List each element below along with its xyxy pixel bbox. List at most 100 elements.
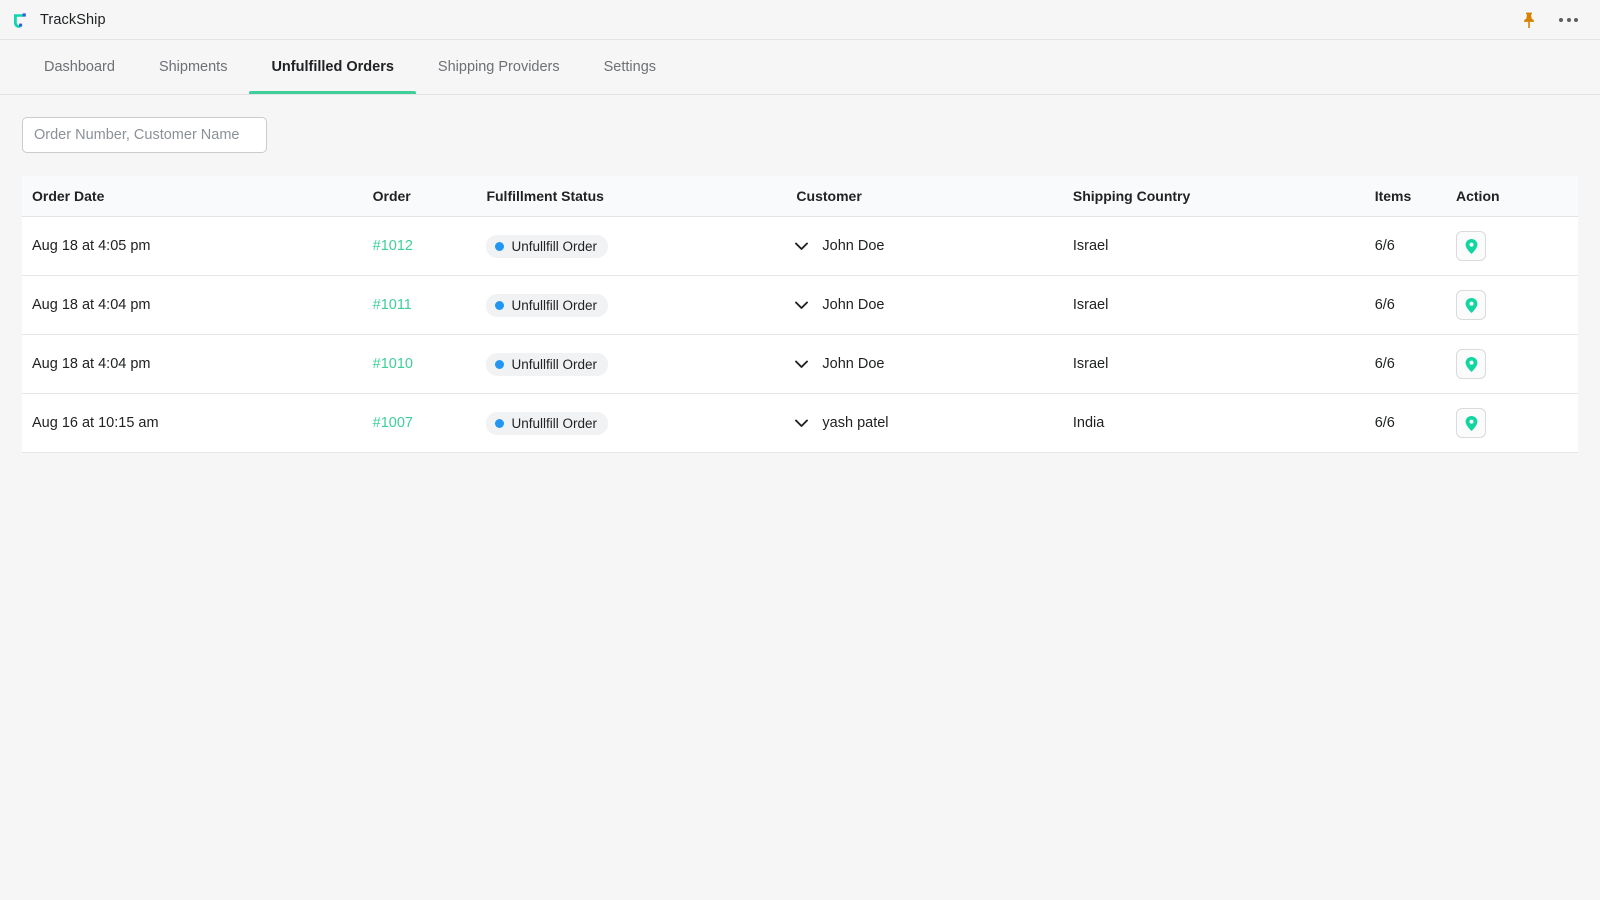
status-dot-icon [495, 419, 504, 428]
cell-items: 6/6 [1375, 335, 1456, 394]
trackship-logo-icon [10, 10, 30, 30]
cell-order-date: Aug 18 at 4:04 pm [22, 335, 373, 394]
cell-order-date: Aug 16 at 10:15 am [22, 394, 373, 453]
orders-table-card: Order Date Order Fulfillment Status Cust… [22, 176, 1578, 453]
table-row[interactable]: Aug 18 at 4:04 pm #1011 Unfullfill Order [22, 276, 1578, 335]
chevron-down-icon[interactable] [790, 301, 812, 310]
tab-label: Shipments [159, 59, 228, 75]
table-body: Aug 18 at 4:05 pm #1012 Unfullfill Order [22, 217, 1578, 453]
map-pin-icon [1464, 415, 1479, 432]
order-link[interactable]: #1010 [373, 356, 413, 372]
page-content: Order Date Order Fulfillment Status Cust… [0, 95, 1600, 453]
chevron-down-icon[interactable] [790, 242, 812, 251]
chevron-down-icon[interactable] [790, 360, 812, 369]
customer-name: John Doe [822, 297, 884, 313]
cell-fulfillment-status: Unfullfill Order [486, 276, 796, 335]
status-badge-label: Unfullfill Order [511, 357, 597, 372]
cell-order: #1011 [373, 276, 487, 335]
cell-action [1456, 276, 1578, 335]
cell-order: #1007 [373, 394, 487, 453]
cell-fulfillment-status: Unfullfill Order [486, 217, 796, 276]
status-badge-label: Unfullfill Order [511, 298, 597, 313]
cell-order: #1012 [373, 217, 487, 276]
search-row [22, 117, 1578, 153]
table-row[interactable]: Aug 16 at 10:15 am #1007 Unfullfill Orde… [22, 394, 1578, 453]
status-badge: Unfullfill Order [486, 294, 608, 317]
status-wrapper: Unfullfill Order [486, 235, 796, 258]
cell-order: #1010 [373, 335, 487, 394]
track-location-button[interactable] [1456, 290, 1486, 320]
cell-shipping-country: Israel [1073, 335, 1375, 394]
status-badge: Unfullfill Order [486, 412, 608, 435]
map-pin-icon [1464, 238, 1479, 255]
status-dot-icon [495, 301, 504, 310]
cell-items: 6/6 [1375, 394, 1456, 453]
tab-dashboard[interactable]: Dashboard [22, 40, 137, 94]
main-navigation: Dashboard Shipments Unfulfilled Orders S… [0, 40, 1600, 95]
table-row[interactable]: Aug 18 at 4:04 pm #1010 Unfullfill Order [22, 335, 1578, 394]
cell-items: 6/6 [1375, 276, 1456, 335]
track-location-button[interactable] [1456, 349, 1486, 379]
customer-wrapper: yash patel [796, 415, 1072, 431]
customer-wrapper: John Doe [796, 238, 1072, 254]
cell-items: 6/6 [1375, 217, 1456, 276]
kebab-dot [1574, 18, 1578, 22]
tab-shipments[interactable]: Shipments [137, 40, 250, 94]
map-pin-icon [1464, 356, 1479, 373]
status-wrapper: Unfullfill Order [486, 353, 796, 376]
map-pin-icon [1464, 297, 1479, 314]
cell-action [1456, 217, 1578, 276]
cell-shipping-country: Israel [1073, 276, 1375, 335]
app-brand: TrackShip [10, 10, 106, 30]
kebab-menu-icon[interactable] [1557, 14, 1580, 26]
chevron-down-icon[interactable] [790, 419, 812, 428]
status-badge: Unfullfill Order [486, 353, 608, 376]
tab-label: Unfulfilled Orders [271, 59, 393, 75]
tab-settings[interactable]: Settings [582, 40, 678, 94]
kebab-dot [1567, 18, 1571, 22]
cell-customer: John Doe [796, 276, 1072, 335]
column-header-fulfillment-status: Fulfillment Status [486, 176, 796, 217]
order-link[interactable]: #1012 [373, 238, 413, 254]
kebab-dot [1559, 18, 1563, 22]
topbar-actions [1521, 11, 1586, 29]
column-header-action: Action [1456, 176, 1578, 217]
tab-unfulfilled-orders[interactable]: Unfulfilled Orders [249, 40, 415, 94]
customer-wrapper: John Doe [796, 356, 1072, 372]
cell-action [1456, 394, 1578, 453]
table-header: Order Date Order Fulfillment Status Cust… [22, 176, 1578, 217]
pin-icon[interactable] [1521, 11, 1537, 29]
customer-name: yash patel [822, 415, 888, 431]
table-header-row: Order Date Order Fulfillment Status Cust… [22, 176, 1578, 217]
cell-order-date: Aug 18 at 4:05 pm [22, 217, 373, 276]
tab-label: Settings [604, 59, 656, 75]
app-topbar: TrackShip [0, 0, 1600, 40]
track-location-button[interactable] [1456, 231, 1486, 261]
order-link[interactable]: #1011 [373, 297, 412, 313]
status-badge: Unfullfill Order [486, 235, 608, 258]
cell-fulfillment-status: Unfullfill Order [486, 394, 796, 453]
cell-fulfillment-status: Unfullfill Order [486, 335, 796, 394]
column-header-order: Order [373, 176, 487, 217]
column-header-items: Items [1375, 176, 1456, 217]
status-badge-label: Unfullfill Order [511, 416, 597, 431]
cell-customer: yash patel [796, 394, 1072, 453]
order-link[interactable]: #1007 [373, 415, 413, 431]
status-wrapper: Unfullfill Order [486, 412, 796, 435]
cell-action [1456, 335, 1578, 394]
column-header-customer: Customer [796, 176, 1072, 217]
column-header-shipping-country: Shipping Country [1073, 176, 1375, 217]
cell-customer: John Doe [796, 217, 1072, 276]
tab-label: Shipping Providers [438, 59, 560, 75]
cell-shipping-country: Israel [1073, 217, 1375, 276]
search-input[interactable] [22, 117, 267, 153]
track-location-button[interactable] [1456, 408, 1486, 438]
trackship-app-window: TrackShip Dashboard Shipments Unfulfille… [0, 0, 1600, 900]
table-row[interactable]: Aug 18 at 4:05 pm #1012 Unfullfill Order [22, 217, 1578, 276]
unfulfilled-orders-table: Order Date Order Fulfillment Status Cust… [22, 176, 1578, 453]
customer-name: John Doe [822, 356, 884, 372]
cell-shipping-country: India [1073, 394, 1375, 453]
customer-name: John Doe [822, 238, 884, 254]
tab-label: Dashboard [44, 59, 115, 75]
tab-shipping-providers[interactable]: Shipping Providers [416, 40, 582, 94]
